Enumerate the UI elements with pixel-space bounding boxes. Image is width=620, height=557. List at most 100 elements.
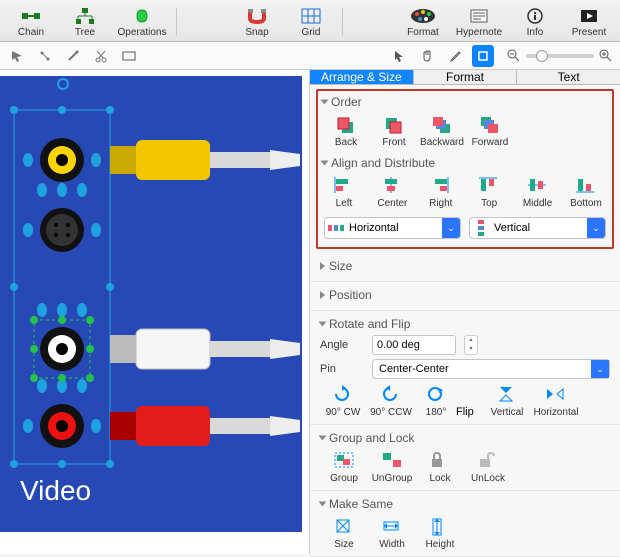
same-height-button[interactable]: Height [416, 515, 464, 552]
operations-label: Operations [118, 27, 167, 38]
dist-h-icon [325, 221, 347, 235]
tab-arrange[interactable]: Arrange & Size [310, 70, 414, 84]
align-middle-icon [527, 176, 549, 196]
flip-h-icon [545, 385, 567, 405]
zoom-controls [506, 48, 614, 64]
present-icon [575, 5, 603, 27]
flip-label: Flip [456, 406, 474, 418]
angle-stepper[interactable]: ▴▾ [464, 335, 478, 355]
align-left-button[interactable]: Left [322, 174, 366, 211]
disclosure-icon [319, 436, 327, 441]
angle-input[interactable]: 0.00 deg [372, 335, 456, 355]
inspector-tabs: Arrange & Size Format Text [310, 70, 620, 85]
disclosure-icon [321, 161, 329, 166]
same-section: Make Same Size Width Height [310, 491, 620, 557]
rect-tool[interactable] [118, 45, 140, 67]
distribute-horizontal-select[interactable]: Horizontal ⌄ [324, 217, 461, 239]
lock-icon [429, 451, 451, 471]
cursor-tool[interactable] [388, 45, 410, 67]
hand-tool[interactable] [416, 45, 438, 67]
info-button[interactable]: Info [508, 5, 562, 38]
group-button[interactable]: Group [320, 449, 368, 486]
crop-tool[interactable] [472, 45, 494, 67]
grid-button[interactable]: Grid [284, 5, 338, 38]
arrow-tool[interactable] [6, 45, 28, 67]
group-header[interactable]: Group and Lock [320, 431, 610, 445]
snap-icon [243, 5, 271, 27]
chain-button[interactable]: Chain [4, 5, 58, 38]
rotate-cw-button[interactable]: 90° CW [320, 383, 366, 420]
flip-h-button[interactable]: Horizontal [530, 383, 582, 420]
rotate-180-button[interactable]: 180° [416, 383, 456, 420]
snap-button[interactable]: Snap [230, 5, 284, 38]
disclosure-icon [319, 502, 327, 507]
tab-text[interactable]: Text [517, 70, 620, 84]
same-width-button[interactable]: Width [368, 515, 416, 552]
rotate-180-icon [425, 385, 447, 405]
highlighted-region: Order Back Front Backward Forward Align … [316, 89, 614, 249]
order-header[interactable]: Order [322, 95, 608, 109]
flip-v-button[interactable]: Vertical [484, 383, 530, 420]
wand-tool[interactable] [62, 45, 84, 67]
order-back-button[interactable]: Back [322, 113, 370, 150]
order-backward-button[interactable]: Backward [418, 113, 466, 150]
align-middle-button[interactable]: Middle [516, 174, 560, 211]
rotate-ccw-button[interactable]: 90° CCW [366, 383, 416, 420]
zoom-out-icon[interactable] [506, 48, 522, 64]
separator [342, 8, 343, 36]
align-center-button[interactable]: Center [370, 174, 414, 211]
align-center-icon [381, 176, 403, 196]
align-right-button[interactable]: Right [419, 174, 463, 211]
operations-button[interactable]: Operations [112, 5, 172, 38]
scissors-tool[interactable] [90, 45, 112, 67]
format-button[interactable]: Format [396, 5, 450, 38]
operations-icon [128, 5, 156, 27]
zoom-in-icon[interactable] [598, 48, 614, 64]
size-header[interactable]: Size [320, 259, 610, 273]
align-top-button[interactable]: Top [467, 174, 511, 211]
group-icon [333, 451, 355, 471]
same-height-icon [429, 517, 451, 537]
grid-label: Grid [302, 27, 321, 38]
lock-button[interactable]: Lock [416, 449, 464, 486]
ungroup-icon [381, 451, 403, 471]
disclosure-icon [321, 100, 329, 105]
order-title: Order [331, 95, 362, 109]
order-forward-button[interactable]: Forward [466, 113, 514, 150]
order-front-button[interactable]: Front [370, 113, 418, 150]
inspector-panel: Arrange & Size Format Text Order Back Fr… [310, 70, 620, 554]
position-header[interactable]: Position [320, 288, 610, 302]
align-header[interactable]: Align and Distribute [322, 156, 608, 170]
eyedropper-tool[interactable] [444, 45, 466, 67]
distribute-vertical-select[interactable]: Vertical ⌄ [469, 217, 606, 239]
separator [176, 8, 177, 36]
backward-icon [431, 115, 453, 135]
unlock-button[interactable]: UnLock [464, 449, 512, 486]
snap-label: Snap [245, 27, 268, 38]
tree-button[interactable]: Tree [58, 5, 112, 38]
align-top-icon [478, 176, 500, 196]
pin-select[interactable]: Center-Center⌄ [372, 359, 610, 379]
zoom-slider[interactable] [526, 54, 594, 58]
same-header[interactable]: Make Same [320, 497, 610, 511]
chevron-icon: ⌄ [587, 218, 605, 238]
tool-row [0, 42, 620, 70]
align-bottom-icon [575, 176, 597, 196]
rotate-header[interactable]: Rotate and Flip [320, 317, 610, 331]
present-button[interactable]: Present [562, 5, 616, 38]
align-bottom-button[interactable]: Bottom [564, 174, 608, 211]
canvas-area[interactable]: Video [0, 70, 310, 554]
ungroup-button[interactable]: UnGroup [368, 449, 416, 486]
hypernote-button[interactable]: Hypernote [450, 5, 508, 38]
hypernote-label: Hypernote [456, 27, 502, 38]
back-icon [335, 115, 357, 135]
same-width-icon [381, 517, 403, 537]
rotate-cw-icon [332, 385, 354, 405]
tab-format[interactable]: Format [414, 70, 518, 84]
edit-tool[interactable] [34, 45, 56, 67]
canvas-content: Video [0, 70, 310, 554]
canvas-label: Video [20, 475, 91, 506]
disclosure-icon [319, 322, 327, 327]
same-size-button[interactable]: Size [320, 515, 368, 552]
size-section: Size [310, 253, 620, 282]
